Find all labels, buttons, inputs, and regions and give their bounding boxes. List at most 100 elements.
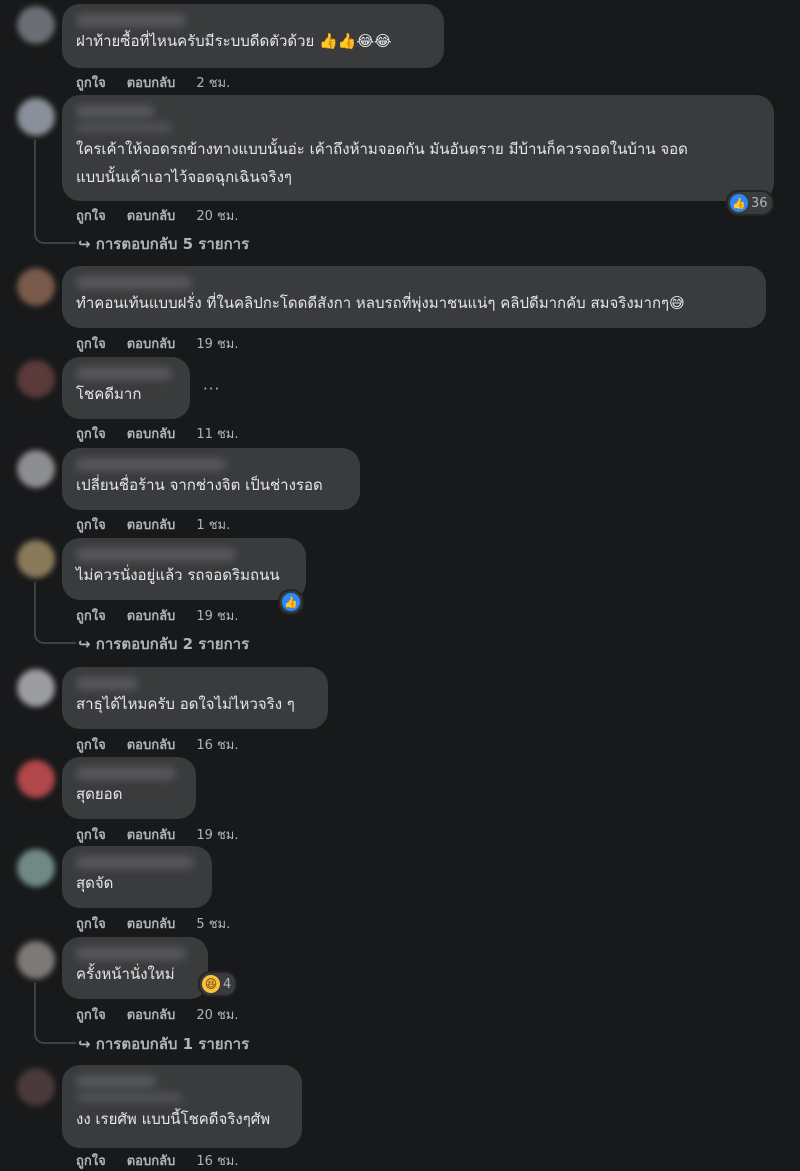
comment-actions: ถูกใจ ตอบกลับ 20 ชม. <box>76 205 260 226</box>
timestamp[interactable]: 20 ชม. <box>196 1004 238 1025</box>
reply-link[interactable]: ตอบกลับ <box>127 734 176 755</box>
reply-link[interactable]: ตอบกลับ <box>127 913 176 934</box>
timestamp[interactable]: 16 ชม. <box>196 734 238 755</box>
comment-text: สุดยอด <box>76 785 123 803</box>
like-link[interactable]: ถูกใจ <box>76 514 106 535</box>
thumbs-up-icon: 👍 <box>282 593 300 611</box>
comment-actions: ถูกใจ ตอบกลับ 5 ชม. <box>76 913 251 934</box>
comment-actions: ถูกใจ ตอบกลับ 16 ชม. <box>76 734 260 755</box>
commenter-name[interactable] <box>76 856 194 869</box>
reply-link[interactable]: ตอบกลับ <box>127 1150 176 1171</box>
reply-link[interactable]: ตอบกลับ <box>127 333 176 354</box>
like-link[interactable]: ถูกใจ <box>76 205 106 226</box>
view-replies-link[interactable]: ↪ การตอบกลับ 1 รายการ <box>78 1032 249 1056</box>
comment-text: เปลี่ยนชื่อร้าน จากช่างจิต เป็นช่างรอด <box>76 476 323 494</box>
comment-text: โชคดีมาก <box>76 385 142 403</box>
comment-bubble: ครั้งหน้านั่งใหม่ <box>62 937 208 999</box>
commenter-name[interactable] <box>76 276 192 289</box>
reaction-count[interactable]: 👍 <box>280 591 302 613</box>
comment-text: ใครเค้าให้จอดรถข้างทางแบบนั้นอ่ะ เค้าถึง… <box>76 140 688 186</box>
like-link[interactable]: ถูกใจ <box>76 605 106 626</box>
comment-bubble: งง เรยศัพ แบบนี้โชคดีจริงๆศัพ <box>62 1065 302 1148</box>
view-replies-link[interactable]: ↪ การตอบกลับ 5 รายการ <box>78 232 249 256</box>
like-link[interactable]: ถูกใจ <box>76 72 106 93</box>
like-link[interactable]: ถูกใจ <box>76 423 106 444</box>
timestamp[interactable]: 1 ชม. <box>196 514 230 535</box>
timestamp[interactable]: 2 ชม. <box>196 72 230 93</box>
view-replies-link[interactable]: ↪ การตอบกลับ 2 รายการ <box>78 632 249 656</box>
commenter-name[interactable] <box>76 548 236 561</box>
comment-bubble: ฝาท้ายซื้อที่ไหนครับมีระบบดีดตัวด้วย 👍👍😂… <box>62 4 444 68</box>
timestamp[interactable]: 11 ชม. <box>196 423 238 444</box>
reply-link[interactable]: ตอบกลับ <box>127 72 176 93</box>
comment-bubble: ไม่ควรนั่งอยู่แล้ว รถจอดริมถนน <box>62 538 306 600</box>
like-link[interactable]: ถูกใจ <box>76 1150 106 1171</box>
reply-link[interactable]: ตอบกลับ <box>127 423 176 444</box>
comment-text: ฝาท้ายซื้อที่ไหนครับมีระบบดีดตัวด้วย 👍👍😂… <box>76 32 392 50</box>
like-link[interactable]: ถูกใจ <box>76 734 106 755</box>
timestamp[interactable]: 19 ชม. <box>196 824 238 845</box>
comment-bubble: เปลี่ยนชื่อร้าน จากช่างจิต เป็นช่างรอด <box>62 448 360 510</box>
reaction-count-label: 4 <box>223 976 232 992</box>
commenter-subtitle <box>76 1092 182 1103</box>
comment-bubble: สุดจัด <box>62 846 212 908</box>
avatar[interactable] <box>17 1068 55 1106</box>
reply-link[interactable]: ตอบกลับ <box>127 514 176 535</box>
timestamp[interactable]: 19 ชม. <box>196 333 238 354</box>
timestamp[interactable]: 16 ชม. <box>196 1150 238 1171</box>
reply-link[interactable]: ตอบกลับ <box>127 1004 176 1025</box>
commenter-name[interactable] <box>76 105 154 118</box>
timestamp[interactable]: 20 ชม. <box>196 205 238 226</box>
comment-bubble: สาธุได้ไหมครับ อดใจไม่ไหวจริง ๆ <box>62 667 328 729</box>
comment-text: งง เรยศัพ แบบนี้โชคดีจริงๆศัพ <box>76 1110 271 1128</box>
reply-link[interactable]: ตอบกลับ <box>127 605 176 626</box>
reaction-count[interactable]: 😆 4 <box>200 973 236 995</box>
comment-bubble: โชคดีมาก <box>62 357 190 419</box>
reaction-count[interactable]: 👍 36 <box>728 192 772 214</box>
comment-actions: ถูกใจ ตอบกลับ 11 ชม. <box>76 423 260 444</box>
commenter-name[interactable] <box>76 767 176 780</box>
comment-text: สุดจัด <box>76 874 114 892</box>
like-link[interactable]: ถูกใจ <box>76 913 106 934</box>
commenter-name[interactable] <box>76 1075 156 1088</box>
like-link[interactable]: ถูกใจ <box>76 824 106 845</box>
comment-text: ทำคอนเท้นแบบฝรั่ง ที่ในคลิปกะโดดดีสังกา … <box>76 294 685 312</box>
comment-actions: ถูกใจ ตอบกลับ 16 ชม. <box>76 1150 260 1171</box>
avatar[interactable] <box>17 540 55 578</box>
avatar[interactable] <box>17 941 55 979</box>
commenter-subtitle <box>76 122 172 133</box>
more-options-icon[interactable]: ··· <box>203 380 220 398</box>
avatar[interactable] <box>17 360 55 398</box>
like-link[interactable]: ถูกใจ <box>76 1004 106 1025</box>
timestamp[interactable]: 19 ชม. <box>196 605 238 626</box>
comment-bubble: ทำคอนเท้นแบบฝรั่ง ที่ในคลิปกะโดดดีสังกา … <box>62 266 766 328</box>
commenter-name[interactable] <box>76 458 226 471</box>
thumbs-up-icon: 👍 <box>730 194 748 212</box>
avatar[interactable] <box>17 268 55 306</box>
comment-actions: ถูกใจ ตอบกลับ 20 ชม. <box>76 1004 260 1025</box>
avatar[interactable] <box>17 6 55 44</box>
comment-bubble: สุดยอด <box>62 757 196 819</box>
avatar[interactable] <box>17 760 55 798</box>
commenter-name[interactable] <box>76 947 186 960</box>
commenter-name[interactable] <box>76 367 172 380</box>
comment-actions: ถูกใจ ตอบกลับ 19 ชม. <box>76 824 260 845</box>
avatar[interactable] <box>17 849 55 887</box>
reaction-count-label: 36 <box>751 195 768 211</box>
reply-link[interactable]: ตอบกลับ <box>127 205 176 226</box>
like-link[interactable]: ถูกใจ <box>76 333 106 354</box>
comment-bubble: ใครเค้าให้จอดรถข้างทางแบบนั้นอ่ะ เค้าถึง… <box>62 95 774 201</box>
timestamp[interactable]: 5 ชม. <box>196 913 230 934</box>
comment-actions: ถูกใจ ตอบกลับ 1 ชม. <box>76 514 251 535</box>
avatar[interactable] <box>17 98 55 136</box>
avatar[interactable] <box>17 669 55 707</box>
reply-link[interactable]: ตอบกลับ <box>127 824 176 845</box>
commenter-name[interactable] <box>76 14 186 27</box>
haha-emoji-icon: 😆 <box>202 975 220 993</box>
comment-actions: ถูกใจ ตอบกลับ 2 ชม. <box>76 72 251 93</box>
comment-text: สาธุได้ไหมครับ อดใจไม่ไหวจริง ๆ <box>76 695 295 713</box>
comment-text: ครั้งหน้านั่งใหม่ <box>76 965 175 983</box>
comment-actions: ถูกใจ ตอบกลับ 19 ชม. <box>76 333 260 354</box>
avatar[interactable] <box>17 450 55 488</box>
commenter-name[interactable] <box>76 677 138 690</box>
